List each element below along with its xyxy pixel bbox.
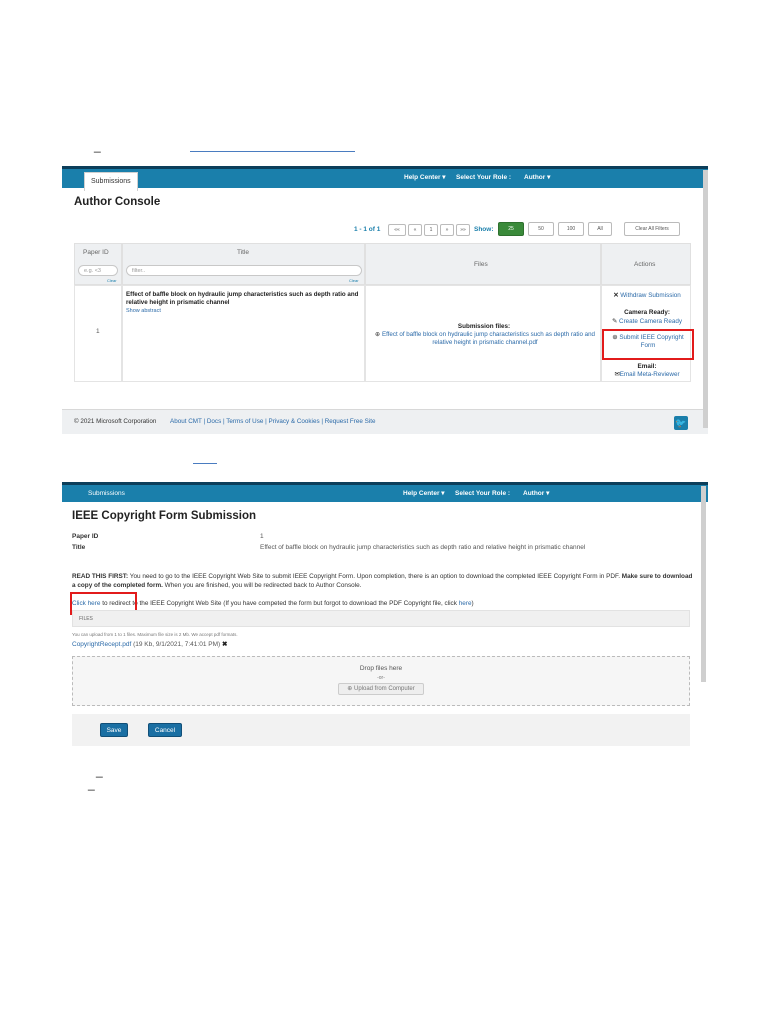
close-icon: ✕ (613, 292, 619, 299)
scrollbar[interactable] (701, 486, 706, 682)
show-abstract-link[interactable]: Show abstract (126, 308, 161, 314)
paper-id-value: 1 (260, 533, 264, 540)
here-link[interactable]: here (459, 600, 472, 607)
twitter-icon[interactable]: 🐦 (674, 416, 688, 430)
select-role-label: Select Your Role : (456, 174, 512, 181)
files-cell: Submission files: ⊕ Effect of baffle blo… (365, 285, 601, 382)
cancel-button[interactable]: Cancel (148, 723, 182, 737)
copyright-form-screenshot: Submissions Help Center ▾ Select Your Ro… (62, 482, 708, 748)
remove-file-icon[interactable]: ✖ (222, 641, 227, 648)
show-label: Show: (474, 226, 494, 233)
submissions-tab[interactable]: Submissions (84, 172, 138, 191)
read-first-notice: READ THIS FIRST: You need to go to the I… (72, 573, 693, 589)
show-25-button[interactable]: 25 (498, 222, 524, 236)
title-cell: Effect of baffle block on hydraulic jump… (122, 285, 365, 382)
edit-icon: ✎ (611, 318, 618, 325)
email-meta-reviewer-link[interactable]: ✉Email Meta-Reviewer (602, 371, 692, 379)
first-page-button[interactable]: «« (388, 224, 406, 236)
clear-all-filters-button[interactable]: Clear All Filters (624, 222, 680, 236)
uploaded-file-link[interactable]: CopyrightRecept.pdf (72, 641, 131, 648)
uploaded-file-row: CopyrightRecept.pdf (19 Kb, 9/1/2021, 7:… (72, 641, 228, 648)
drop-files-text: Drop files here (359, 665, 403, 672)
paper-id-header: Paper ID e.g. <3 Clear (74, 243, 122, 285)
save-button[interactable]: Save (100, 723, 128, 737)
help-center-menu[interactable]: Help Center ▾ (403, 485, 445, 502)
submission-files-label: Submission files: (457, 323, 511, 330)
form-actions-bar: Save Cancel (72, 714, 690, 746)
files-header: Files (365, 243, 601, 285)
footer-link[interactable]: Request Free Site (325, 418, 376, 425)
footer-copyright: © 2021 Microsoft Corporation (74, 418, 157, 425)
footer: © 2021 Microsoft Corporation About CMT |… (62, 409, 708, 434)
page-1-button[interactable]: 1 (424, 224, 438, 236)
email-label: Email: (637, 363, 657, 370)
top-navbar: Submissions Help Center ▾ Select Your Ro… (62, 482, 708, 502)
last-page-button[interactable]: »» (456, 224, 470, 236)
upload-note: You can upload from 1 to 1 files. Maximu… (72, 632, 238, 637)
footer-link[interactable]: Terms of Use (226, 418, 263, 425)
scrollbar[interactable] (703, 170, 708, 428)
paper-id-filter-input[interactable]: e.g. <3 (78, 265, 118, 276)
files-section-header: FILES (72, 610, 690, 627)
actions-header: Actions (601, 243, 691, 285)
title-clear-link[interactable]: Clear (349, 278, 359, 283)
footer-link[interactable]: Privacy & Cookies (269, 418, 320, 425)
highlight-box (602, 329, 694, 360)
title-header: Title filter.. Clear (122, 243, 365, 285)
camera-ready-label: Camera Ready: (624, 309, 670, 316)
paper-id-clear-link[interactable]: Clear (107, 278, 117, 283)
download-icon: ⊕ (375, 331, 381, 338)
footer-link[interactable]: About CMT (170, 418, 202, 425)
select-role-label: Select Your Role : (455, 490, 511, 497)
files-label: FILES (79, 616, 93, 622)
help-center-menu[interactable]: Help Center ▾ (404, 169, 446, 188)
page-title: Author Console (74, 196, 161, 208)
doc-underline (190, 151, 355, 152)
redirect-instructions: Click here to redirect to the IEEE Copyr… (72, 600, 474, 607)
title-value: Effect of baffle block on hydraulic jump… (260, 544, 586, 551)
show-50-button[interactable]: 50 (528, 222, 554, 236)
upload-from-computer-button[interactable]: ⊕ Upload from Computer (338, 683, 424, 695)
role-dropdown[interactable]: Author ▾ (524, 169, 550, 188)
top-navbar: Submissions Help Center ▾ Select Your Ro… (62, 166, 708, 191)
title-label: Title (72, 544, 86, 551)
paper-id-cell: 1 (74, 285, 122, 382)
doc-dash: _ (94, 139, 101, 153)
next-page-button[interactable]: » (440, 224, 454, 236)
author-console-screenshot: Submissions Help Center ▾ Select Your Ro… (62, 166, 708, 434)
show-all-button[interactable]: All (588, 222, 612, 236)
paper-id-label: Paper ID (72, 533, 99, 540)
actions-header-label: Actions (634, 261, 656, 268)
withdraw-submission-link[interactable]: ✕ Withdraw Submission (602, 292, 692, 300)
doc-underline (193, 463, 217, 464)
footer-link[interactable]: Docs (207, 418, 221, 425)
files-header-label: Files (474, 261, 488, 268)
or-text: -or- (377, 675, 385, 681)
paper-id-value: 1 (96, 328, 100, 335)
upload-icon: ⊕ (347, 686, 353, 692)
doc-dash: _ (96, 764, 103, 778)
show-100-button[interactable]: 100 (558, 222, 584, 236)
doc-dash: _ (88, 777, 95, 791)
paper-id-header-label: Paper ID (83, 249, 109, 256)
pager-range: 1 - 1 of 1 (354, 226, 381, 233)
page-title: IEEE Copyright Form Submission (72, 510, 257, 522)
paper-title: Effect of baffle block on hydraulic jump… (126, 291, 359, 306)
submissions-tab[interactable]: Submissions (88, 485, 125, 502)
footer-links: About CMT | Docs | Terms of Use | Privac… (170, 418, 376, 425)
create-camera-ready-link[interactable]: ✎ Create Camera Ready (602, 318, 692, 326)
title-filter-input[interactable]: filter.. (126, 265, 362, 276)
title-header-label: Title (237, 249, 250, 256)
prev-page-button[interactable]: « (408, 224, 422, 236)
submission-file-link[interactable]: ⊕ Effect of baffle block on hydraulic ju… (372, 331, 598, 347)
drop-zone[interactable]: Drop files here -or- ⊕ Upload from Compu… (72, 656, 690, 706)
role-dropdown[interactable]: Author ▾ (523, 485, 549, 502)
